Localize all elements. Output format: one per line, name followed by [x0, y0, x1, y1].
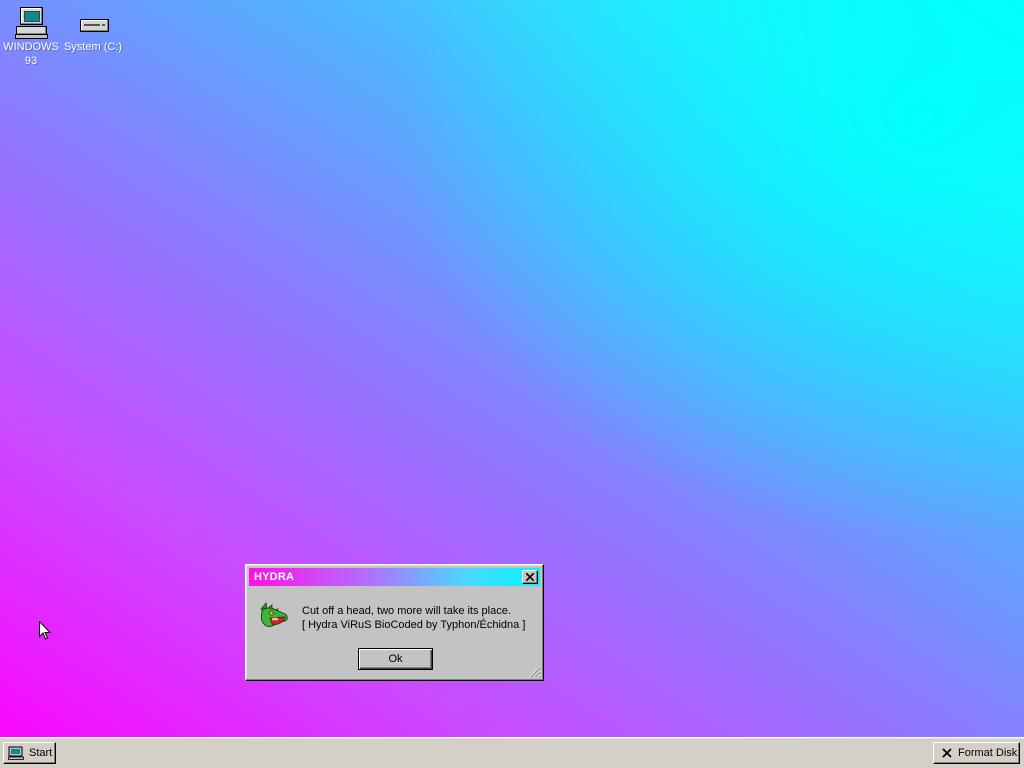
computer-icon: [15, 6, 48, 39]
start-label: Start: [29, 747, 53, 759]
desktop-icon-label: System (C:): [63, 41, 123, 53]
dialog-titlebar[interactable]: HYDRA: [249, 568, 540, 586]
taskbar: Start Format Disk: [0, 737, 1024, 768]
dialog-title: HYDRA: [254, 571, 295, 583]
hydra-dragon-icon: [260, 602, 288, 627]
mouse-cursor-icon: [39, 621, 51, 640]
close-button[interactable]: [522, 570, 538, 584]
close-icon: [526, 573, 534, 581]
message-line-1: Cut off a head, two more will take its p…: [302, 605, 511, 617]
task-label: Format Disk: [958, 747, 1018, 759]
start-computer-icon: [8, 746, 24, 760]
resize-grip-icon[interactable]: [529, 666, 541, 678]
start-button[interactable]: Start: [3, 742, 56, 764]
desktop-icon-system-c[interactable]: System (C:): [61, 6, 125, 54]
message-line-2: [ Hydra ViRuS BioCoded by Typhon/Échidna…: [302, 619, 526, 631]
desktop-icon-label: WINDOWS 93: [3, 41, 59, 67]
desktop-icon-windows93[interactable]: WINDOWS 93: [0, 6, 63, 68]
task-button-format-disk[interactable]: Format Disk: [933, 742, 1020, 764]
drive-icon: [77, 6, 109, 38]
dialog-message: Cut off a head, two more will take its p…: [302, 604, 525, 632]
ok-button[interactable]: Ok: [358, 648, 433, 670]
close-x-icon: [942, 748, 952, 758]
hydra-dialog: HYDRA Cut off a head, two more will take…: [245, 564, 544, 681]
